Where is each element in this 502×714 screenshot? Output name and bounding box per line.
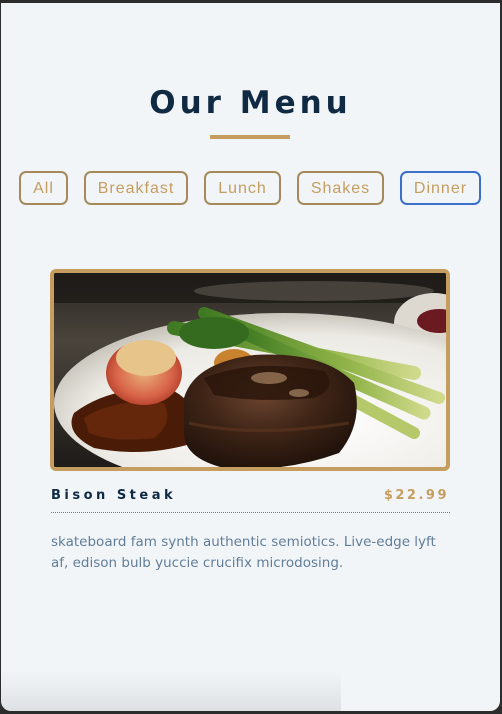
filter-button-all[interactable]: All — [19, 171, 68, 205]
menu-item-photo — [50, 269, 450, 471]
menu-item-name: Bison Steak — [51, 488, 177, 503]
item-divider — [51, 512, 450, 513]
steak-plate-photo — [54, 273, 446, 467]
browser-window: Our Menu All Breakfast Lunch Shakes Dinn… — [0, 0, 502, 714]
filter-button-dinner[interactable]: Dinner — [400, 171, 481, 205]
filter-button-lunch[interactable]: Lunch — [204, 171, 281, 205]
menu-item-price: $22.99 — [383, 488, 449, 503]
bottom-shadow — [1, 671, 341, 711]
title-underline — [210, 135, 290, 139]
menu-item-description: skateboard fam synth authentic semiotics… — [51, 534, 436, 571]
filter-button-shakes[interactable]: Shakes — [297, 171, 384, 205]
menu-page: Our Menu All Breakfast Lunch Shakes Dinn… — [1, 3, 500, 711]
filter-button-breakfast[interactable]: Breakfast — [84, 171, 188, 205]
page-title: Our Menu — [149, 85, 352, 121]
